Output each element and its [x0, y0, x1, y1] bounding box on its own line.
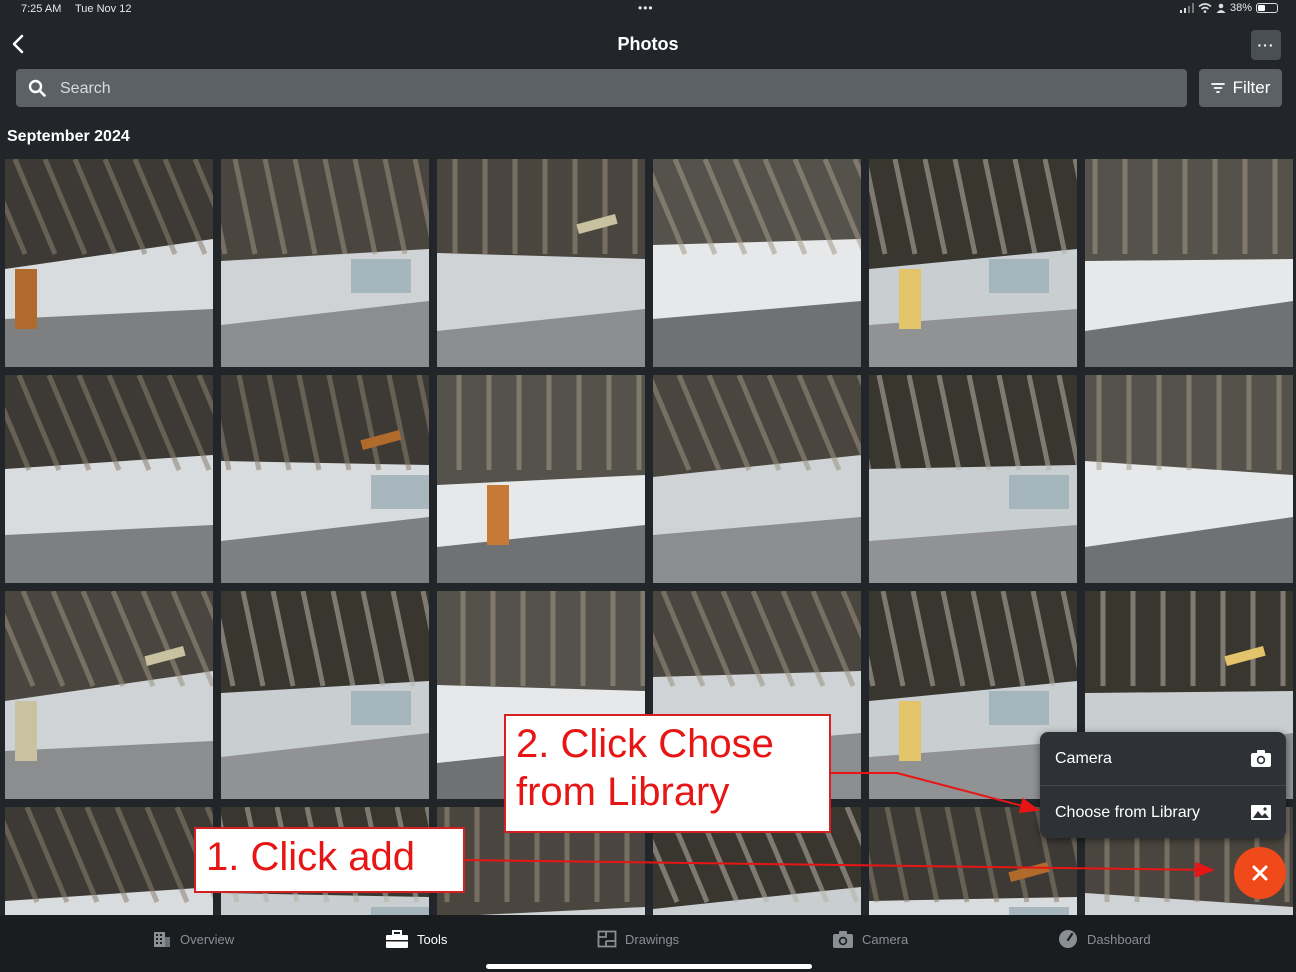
status-time: 7:25 AM	[21, 3, 62, 15]
multitasking-dots-icon[interactable]: •••	[638, 1, 654, 15]
menu-item-camera[interactable]: Camera	[1040, 732, 1286, 785]
camera-icon	[833, 931, 853, 948]
building-icon	[154, 932, 170, 947]
tab-overview[interactable]: Overview	[152, 929, 234, 949]
annotation-step-2-line1: 2. Click Chose	[516, 722, 774, 766]
toolbox-icon	[386, 930, 408, 948]
wifi-icon	[1198, 3, 1212, 13]
photo-thumbnail[interactable]	[221, 159, 429, 367]
tab-tools[interactable]: Tools	[385, 929, 447, 949]
photo-thumbnail[interactable]	[1085, 159, 1293, 367]
home-indicator	[486, 964, 812, 969]
search-icon	[28, 79, 46, 97]
filter-icon	[1210, 83, 1225, 93]
photo-thumbnail[interactable]	[869, 159, 1077, 367]
battery-percent: 38%	[1229, 2, 1252, 14]
close-icon	[1252, 865, 1268, 881]
ellipsis-icon: ···	[1257, 37, 1275, 53]
menu-item-label: Choose from Library	[1055, 804, 1200, 821]
menu-item-label: Camera	[1055, 750, 1112, 767]
tab-drawings[interactable]: Drawings	[597, 929, 679, 949]
photo-thumbnail[interactable]	[5, 375, 213, 583]
annotation-step-1-text: 1. Click add	[206, 835, 415, 879]
annotation-step-1: 1. Click add	[194, 827, 465, 893]
menu-item-choose-from-library[interactable]: Choose from Library	[1040, 786, 1286, 838]
status-date: Tue Nov 12	[75, 3, 132, 15]
photo-thumbnail[interactable]	[437, 159, 645, 367]
status-bar: 7:25 AM Tue Nov 12 ••• 38%	[0, 0, 1296, 20]
image-icon	[1251, 805, 1271, 820]
filter-label: Filter	[1232, 78, 1271, 97]
location-icon	[1216, 3, 1226, 13]
navigation-bar: Photos ···	[0, 22, 1296, 66]
tab-label: Drawings	[625, 931, 680, 947]
photo-thumbnail[interactable]	[653, 159, 861, 367]
add-close-fab-button[interactable]	[1234, 847, 1286, 899]
gauge-icon	[1059, 930, 1077, 948]
tab-label: Camera	[862, 931, 909, 947]
annotation-step-2-line2: from Library	[516, 770, 730, 814]
tab-dashboard[interactable]: Dashboard	[1057, 929, 1151, 949]
photo-thumbnail[interactable]	[869, 375, 1077, 583]
signal-icon	[1179, 3, 1194, 13]
photo-thumbnail[interactable]	[437, 375, 645, 583]
add-photo-menu: Camera Choose from Library	[1040, 732, 1286, 838]
page-title: Photos	[617, 34, 679, 54]
camera-icon	[1251, 750, 1271, 767]
blueprint-icon	[597, 930, 617, 948]
tab-label: Overview	[180, 931, 235, 947]
photo-thumbnail[interactable]	[5, 591, 213, 799]
search-bar[interactable]	[16, 69, 1187, 109]
battery-icon	[1256, 3, 1278, 13]
tab-label: Dashboard	[1087, 931, 1151, 947]
filter-button[interactable]: Filter	[1199, 69, 1282, 107]
more-options-button[interactable]: ···	[1251, 30, 1281, 60]
photo-thumbnail[interactable]	[221, 375, 429, 583]
photo-thumbnail[interactable]	[5, 159, 213, 367]
photo-thumbnail[interactable]	[653, 375, 861, 583]
photo-thumbnail[interactable]	[221, 591, 429, 799]
annotation-step-2: 2. Click Chose from Library	[504, 714, 831, 833]
tab-camera[interactable]: Camera	[832, 929, 908, 949]
tab-label: Tools	[417, 931, 448, 947]
search-input[interactable]	[58, 69, 1162, 109]
photo-thumbnail[interactable]	[5, 807, 213, 915]
section-title: September 2024	[7, 128, 130, 145]
photo-thumbnail[interactable]	[1085, 375, 1293, 583]
